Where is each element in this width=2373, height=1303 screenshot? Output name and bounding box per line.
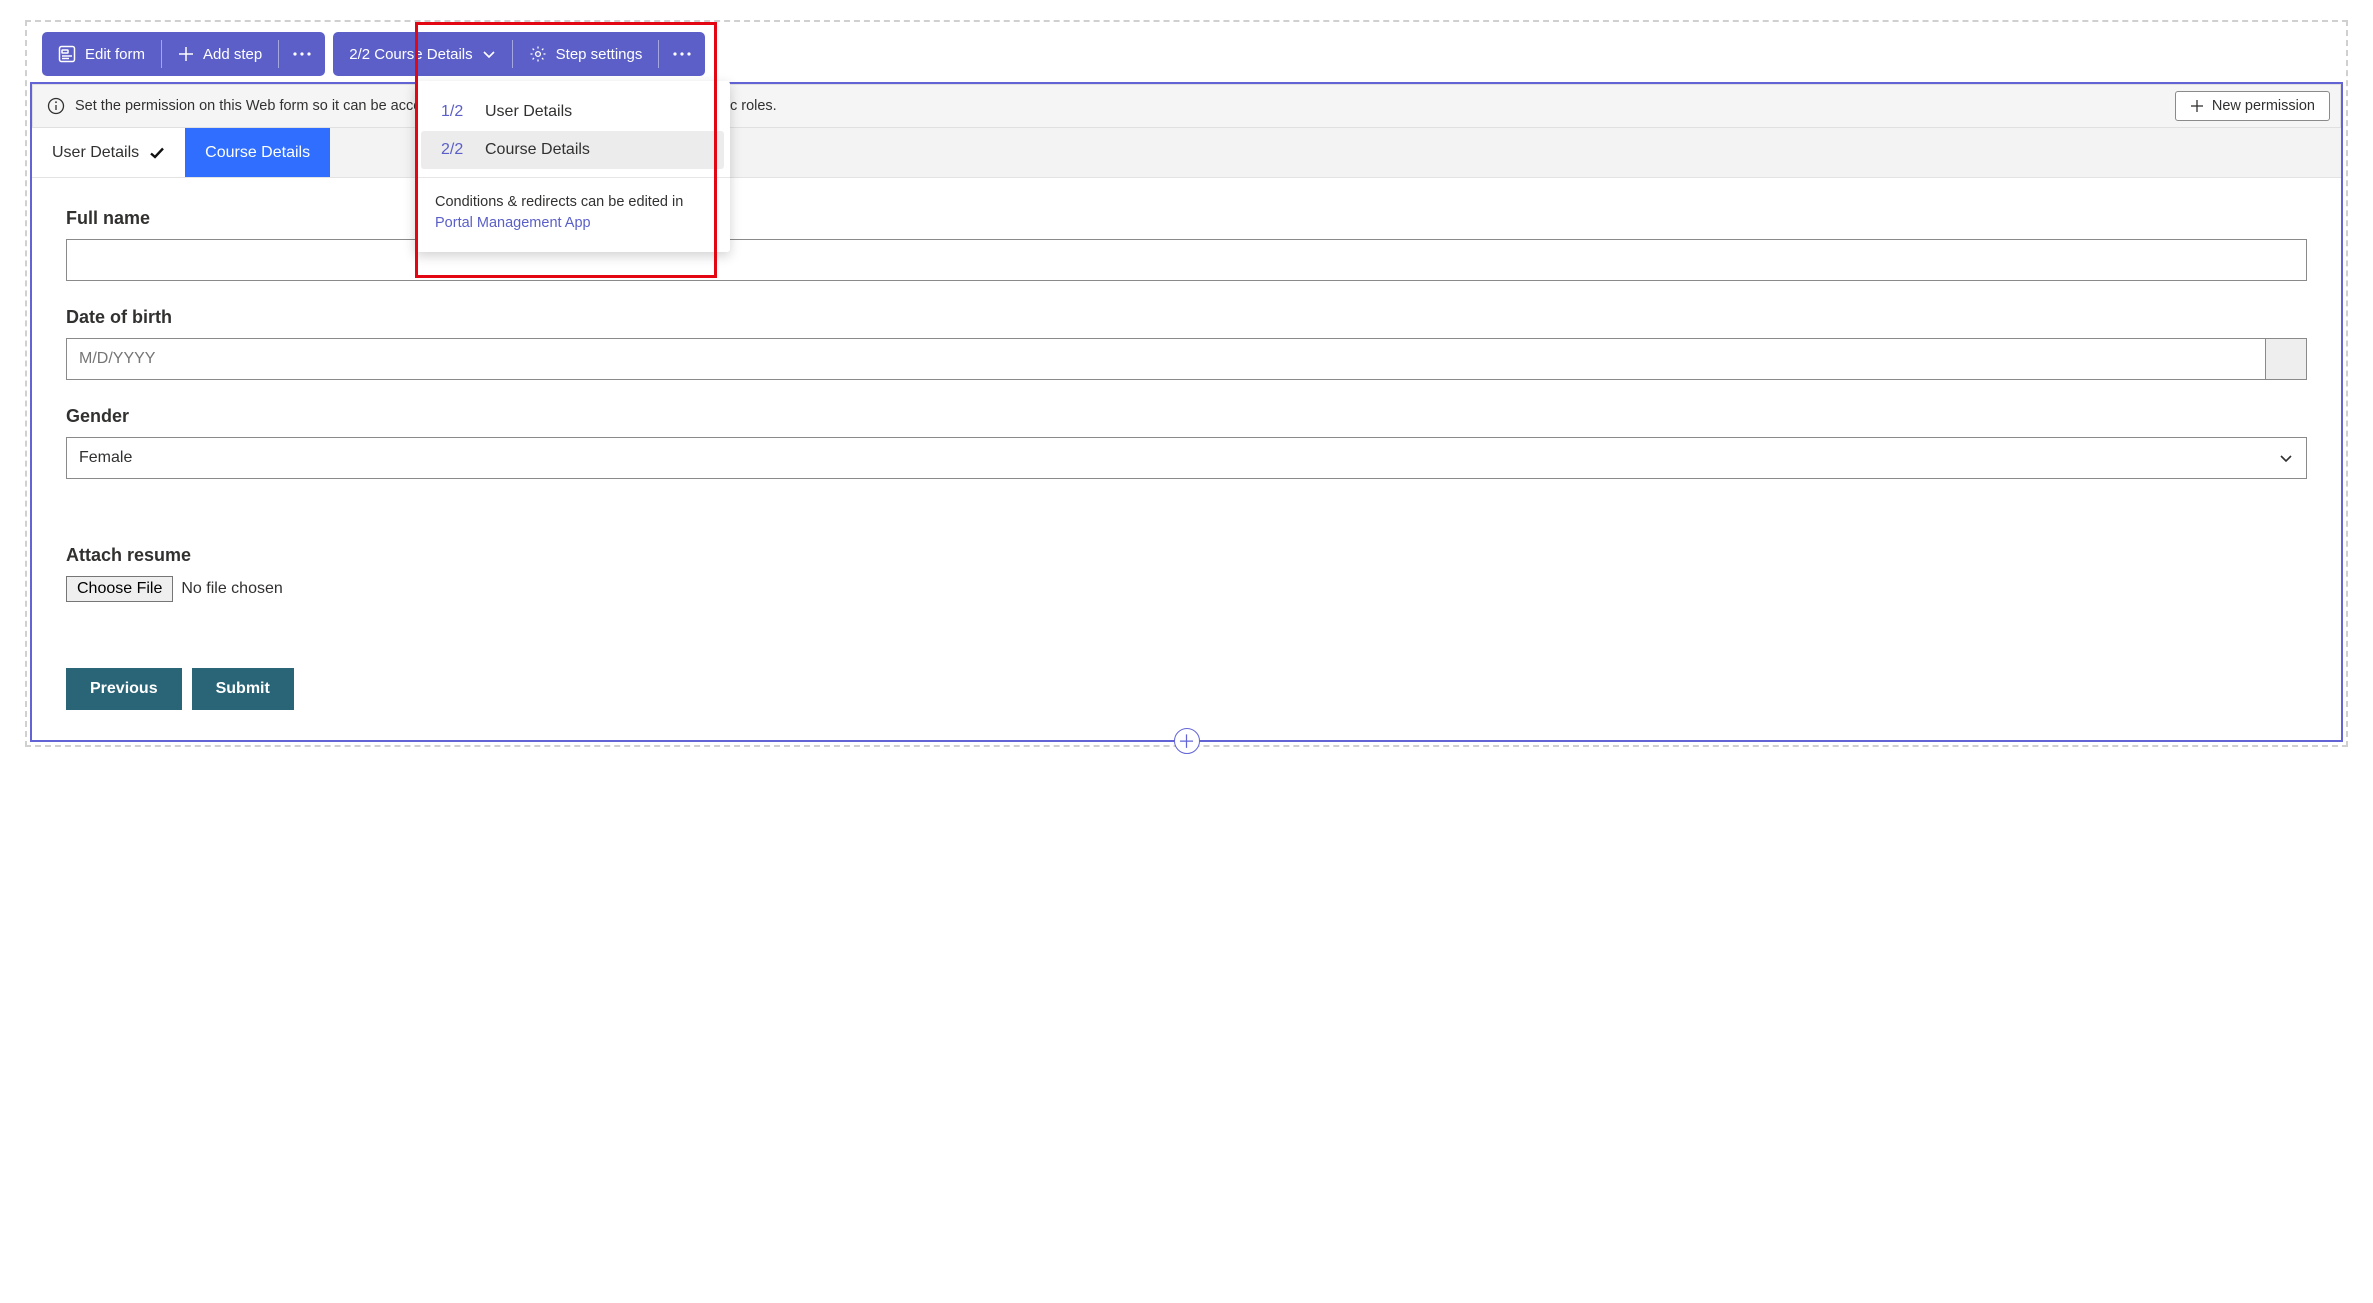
permission-info-text: Set the permission on this Web form so i…	[75, 98, 2165, 114]
submit-button[interactable]: Submit	[192, 668, 294, 710]
dropdown-item-user-details[interactable]: 1/2 User Details	[421, 93, 724, 131]
form-component[interactable]: Set the permission on this Web form so i…	[30, 82, 2343, 742]
more-form-button[interactable]	[279, 32, 325, 76]
plus-icon	[2190, 99, 2204, 113]
step-dropdown: 1/2 User Details 2/2 Course Details Cond…	[415, 81, 730, 252]
add-step-label: Add step	[203, 46, 262, 63]
tab-label: User Details	[52, 144, 139, 162]
tab-user-details[interactable]: User Details	[32, 128, 185, 177]
field-date-of-birth: Date of birth	[66, 307, 2307, 380]
field-gender: Gender Female	[66, 406, 2307, 479]
choose-file-button[interactable]: Choose File	[66, 576, 173, 602]
dropdown-label: Course Details	[485, 141, 590, 159]
form-body: Full name Date of birth Gender Female	[32, 178, 2341, 740]
step-settings-button[interactable]: Step settings	[513, 32, 659, 76]
gender-value: Female	[79, 449, 132, 467]
file-status: No file chosen	[181, 580, 282, 598]
step-selector-button[interactable]: 2/2 Course Details	[333, 32, 511, 76]
tab-label: Course Details	[205, 144, 310, 162]
form-icon	[58, 45, 76, 63]
gear-icon	[529, 45, 547, 63]
chevron-down-icon	[482, 47, 496, 61]
gender-label: Gender	[66, 406, 2307, 427]
previous-button[interactable]: Previous	[66, 668, 182, 710]
more-step-button[interactable]	[659, 32, 705, 76]
calendar-button[interactable]	[2265, 338, 2307, 380]
more-icon	[293, 52, 311, 56]
permission-info-bar: Set the permission on this Web form so i…	[32, 84, 2341, 128]
new-permission-button[interactable]: New permission	[2175, 91, 2330, 121]
field-full-name: Full name	[66, 208, 2307, 281]
gender-select[interactable]: Female	[66, 437, 2307, 479]
canvas-wrapper: Edit form Add step	[25, 20, 2348, 747]
info-icon	[47, 97, 65, 115]
edit-form-button[interactable]: Edit form	[42, 32, 161, 76]
full-name-label: Full name	[66, 208, 2307, 229]
tab-course-details[interactable]: Course Details	[185, 128, 330, 177]
plus-icon	[178, 46, 194, 62]
dropdown-index: 2/2	[441, 141, 469, 159]
form-footer: Previous Submit	[66, 668, 2307, 730]
step-indicator-label: 2/2 Course Details	[349, 46, 472, 63]
more-icon	[673, 52, 691, 56]
dropdown-footer: Conditions & redirects can be edited in …	[415, 178, 730, 252]
dropdown-footer-text: Conditions & redirects can be edited in	[435, 194, 683, 210]
portal-management-link[interactable]: Portal Management App	[435, 215, 591, 231]
edit-form-label: Edit form	[85, 46, 145, 63]
toolbar-group-form: Edit form Add step	[42, 32, 325, 76]
attach-label: Attach resume	[66, 545, 2307, 566]
dob-label: Date of birth	[66, 307, 2307, 328]
step-tabs: User Details Course Details	[32, 128, 2341, 178]
dropdown-label: User Details	[485, 103, 572, 121]
dob-input[interactable]	[66, 338, 2265, 380]
field-attach-resume: Attach resume Choose File No file chosen	[66, 545, 2307, 602]
toolbar: Edit form Add step	[42, 32, 2343, 76]
add-component-button[interactable]: ＋	[1174, 728, 1200, 754]
add-step-button[interactable]: Add step	[162, 32, 278, 76]
dropdown-item-course-details[interactable]: 2/2 Course Details	[421, 131, 724, 169]
full-name-input[interactable]	[66, 239, 2307, 281]
step-settings-label: Step settings	[556, 46, 643, 63]
dropdown-index: 1/2	[441, 103, 469, 121]
check-icon	[149, 145, 165, 161]
plus-icon: ＋	[1178, 728, 1196, 754]
toolbar-group-step: 2/2 Course Details Step settings	[333, 32, 705, 76]
new-permission-label: New permission	[2212, 98, 2315, 114]
